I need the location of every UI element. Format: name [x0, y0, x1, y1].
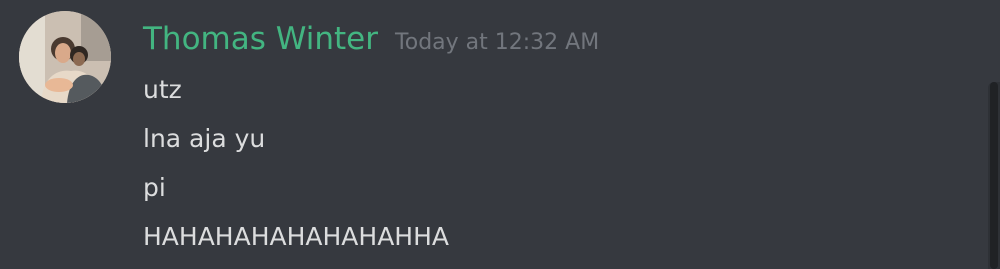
message-text: lna aja yu: [143, 124, 266, 153]
message-text: pi: [143, 173, 166, 202]
chat-message-group: Thomas Winter Today at 12:32 AM utz lna …: [0, 0, 1000, 269]
scrollbar-track[interactable]: [988, 82, 1000, 269]
message-timestamp: Today at 12:32 AM: [395, 30, 600, 55]
scrollbar-thumb[interactable]: [990, 82, 998, 269]
user-avatar-icon: [19, 11, 111, 103]
username[interactable]: Thomas Winter: [143, 21, 378, 57]
avatar[interactable]: [19, 11, 111, 103]
message-header: Thomas Winter Today at 12:32 AM: [143, 17, 599, 66]
message-text: utz: [143, 75, 182, 104]
message-list: utz lna aja yu pi HAHAHAHAHAHAHAHHA: [143, 70, 449, 266]
message-text: HAHAHAHAHAHAHAHHA: [143, 222, 450, 251]
